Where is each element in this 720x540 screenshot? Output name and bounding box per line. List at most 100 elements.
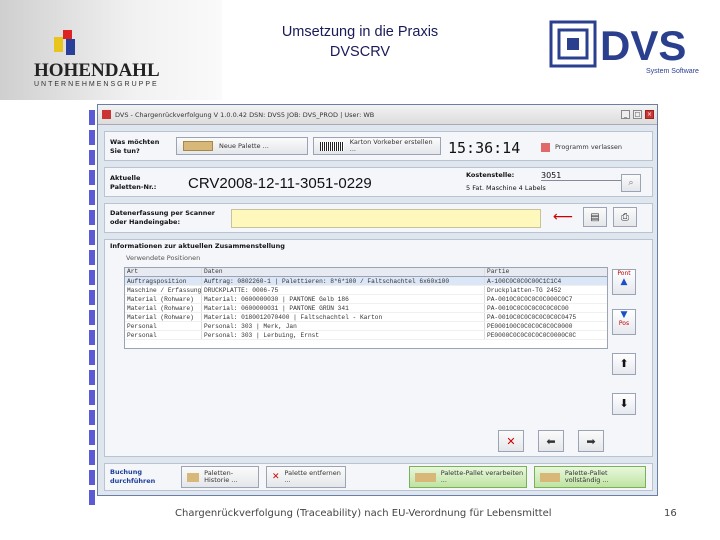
col-art[interactable]: Art — [125, 268, 201, 276]
delete-button[interactable]: ✕ — [498, 430, 524, 452]
hohendahl-name: HOHENDAHL — [34, 60, 160, 81]
table-cell: Material: 0600000031 | PANTONE GRÜN 341 — [201, 304, 484, 312]
maximize-button[interactable]: □ — [633, 110, 642, 119]
table-cell: Personal: 303 | Lerbuing, Ernst — [201, 331, 484, 339]
col-daten[interactable]: Daten — [201, 268, 484, 276]
window-titlebar: DVS - Chargenrückverfolgung V 1.0.0.42 D… — [98, 105, 657, 125]
exit-button[interactable]: Programm verlassen — [541, 141, 641, 153]
table-cell: Druckplatten-TG 2452 — [484, 286, 607, 294]
move-bottom-button[interactable]: ⬇ — [612, 393, 636, 415]
table-cell: Material: 0180012070400 | Faltschachtel … — [201, 313, 484, 321]
close-button[interactable]: × — [645, 110, 654, 119]
complete-pallet-button[interactable]: Palette-Pallet vollständig ... — [534, 466, 646, 488]
slide-title-line1: Umsetzung in die Praxis — [281, 24, 439, 40]
complete-label: Palette-Pallet vollständig ... — [564, 469, 609, 484]
arrow-left-icon: ⬅ — [546, 434, 556, 448]
positions-table[interactable]: Art Daten Partie Auftragsposition Auftrag… — [124, 267, 608, 349]
dvs-logo-text: DVS — [600, 22, 686, 69]
new-pallet-button[interactable]: Neue Palette ... — [176, 137, 308, 155]
remove-icon: ✕ — [272, 472, 280, 482]
slide-title-line2: DVSCRV — [329, 44, 391, 60]
info-label: Informationen zur aktuellen Zusammenstel… — [110, 242, 285, 250]
arrow-up-icon: ▲ — [620, 277, 628, 287]
question-label: Was möchten Sie tun? — [110, 138, 160, 155]
table-cell: Personal — [127, 323, 157, 330]
table-row[interactable]: Personal Personal: 303 | Merk, Jan PE00010… — [125, 322, 607, 331]
app-icon — [102, 110, 111, 119]
table-row[interactable]: Material (Rohware) Material: 0600000030 |… — [125, 295, 607, 304]
table-row[interactable]: Personal Personal: 303 | Lerbuing, Ernst P… — [125, 331, 607, 340]
slide: HOHENDAHL UNTERNEHMENSGRUPPE Umsetzung i… — [0, 0, 720, 540]
arrow-bottom-icon: ⬇ — [619, 397, 629, 410]
table-cell: PE000100C0C0C0C0C0C0000 — [484, 322, 607, 330]
enter-arrow-icon[interactable]: ⟵ — [553, 208, 573, 226]
new-pallet-label: Neue Palette ... — [219, 142, 269, 150]
history-button[interactable]: Paletten-Historie ... — [181, 466, 259, 488]
table-cell: DRUCKPLATTE: 0006-75 — [201, 286, 484, 294]
scanner-input[interactable] — [231, 209, 541, 228]
remove-pallet-button[interactable]: ✕ Palette entfernen ... — [266, 466, 346, 488]
arrow-top-icon: ⬆ — [619, 357, 629, 370]
clock-display: 15:36:14 — [448, 139, 521, 157]
table-row[interactable]: Maschine / Erfassung DRUCKPLATTE: 0006-75… — [125, 286, 607, 295]
scan-print-button[interactable]: ⎙ — [613, 207, 637, 227]
hohendahl-sub: UNTERNEHMENSGRUPPE — [34, 81, 159, 88]
history-label: Paletten-Historie ... — [204, 469, 238, 484]
table-row[interactable]: Material (Rohware) Material: 0600000031 |… — [125, 304, 607, 313]
pos-up-button[interactable]: Pont ▲ — [612, 269, 636, 295]
dvs-logo: DVS System Software — [549, 20, 699, 75]
scanner-label: Datenerfassung per Scanner oder Handeing… — [110, 209, 215, 226]
col-partie[interactable]: Partie — [484, 268, 607, 276]
arrow-right-icon: ➡ — [586, 434, 596, 448]
pallet-history-icon — [187, 472, 200, 482]
page-number: 16 — [664, 508, 677, 519]
exit-label: Programm verlassen — [555, 143, 623, 151]
table-cell: Auftragsposition — [127, 278, 187, 285]
pos-down-button[interactable]: ▼ Pos — [612, 309, 636, 335]
pallet-finish-icon — [415, 472, 436, 482]
table-cell: Material (Rohware) — [127, 314, 194, 321]
booking-label: Buchung durchführen — [110, 468, 156, 485]
pos-up-label: Pont — [617, 270, 631, 277]
table-header: Art Daten Partie — [125, 268, 607, 277]
table-cell: Auftrag: 0802260-1 | Palettieren: 8*6*10… — [201, 277, 484, 285]
cost-center-search-button[interactable]: ⌕ — [621, 174, 641, 192]
decorative-sidebar — [89, 110, 95, 520]
print-icon: ⎙ — [621, 211, 629, 223]
list-search-icon: ▤ — [590, 211, 600, 223]
table-row[interactable]: Material (Rohware) Material: 018001207040… — [125, 313, 607, 322]
table-cell: Material (Rohware) — [127, 296, 194, 303]
table-cell: PA-0010C0C0C0C0C000C0C7 — [484, 295, 607, 303]
barcode-icon — [320, 141, 344, 151]
table-cell: PE0000C0C0C0C0C0C0000C0C — [484, 331, 607, 339]
exit-icon — [541, 142, 550, 152]
cost-center-desc: 5 Fat. Maschine 4 Labels — [466, 184, 546, 192]
create-carton-label: Karton Vorkeber erstellen ... — [349, 138, 433, 153]
next-button[interactable]: ➡ — [578, 430, 604, 452]
positions-label: Verwendete Positionen — [126, 254, 201, 262]
cost-center-value: 3051 — [541, 171, 621, 181]
minimize-button[interactable]: _ — [621, 110, 630, 119]
table-row[interactable]: Auftragsposition Auftrag: 0802260-1 | Pal… — [125, 277, 607, 286]
current-pallet-value: CRV2008-12-11-3051-0229 — [188, 175, 372, 192]
hohendahl-logo: HOHENDAHL UNTERNEHMENSGRUPPE — [0, 0, 222, 100]
table-cell: PA-0010C0C0C0C0C0C0C0475 — [484, 313, 607, 321]
hohendahl-mark-icon — [54, 30, 75, 55]
cost-center-label: Kostenstelle: — [466, 171, 515, 179]
finish-label: Palette-Pallet verarbeiten ... — [440, 469, 524, 484]
create-carton-button[interactable]: Karton Vorkeber erstellen ... — [313, 137, 441, 155]
arrow-down-icon: ▼ — [620, 310, 628, 320]
dvs-logo-sub: System Software — [646, 68, 699, 75]
scan-search-button[interactable]: ▤ — [583, 207, 607, 227]
slide-title: Umsetzung in die Praxis DVSCRV — [240, 22, 480, 62]
move-top-button[interactable]: ⬆ — [612, 353, 636, 375]
table-cell: Material (Rohware) — [127, 305, 194, 312]
remove-label: Palette entfernen ... — [284, 469, 341, 484]
table-cell: Maschine / Erfassung — [127, 287, 201, 294]
current-pallet-label: Aktuelle Paletten-Nr.: — [110, 174, 157, 191]
finish-pallet-button[interactable]: Palette-Pallet verarbeiten ... — [409, 466, 527, 488]
pallet-icon — [183, 141, 213, 151]
prev-button[interactable]: ⬅ — [538, 430, 564, 452]
table-cell: A-100C0C0C0C00C1C1C4 — [484, 277, 607, 285]
app-window: DVS - Chargenrückverfolgung V 1.0.0.42 D… — [97, 104, 658, 496]
